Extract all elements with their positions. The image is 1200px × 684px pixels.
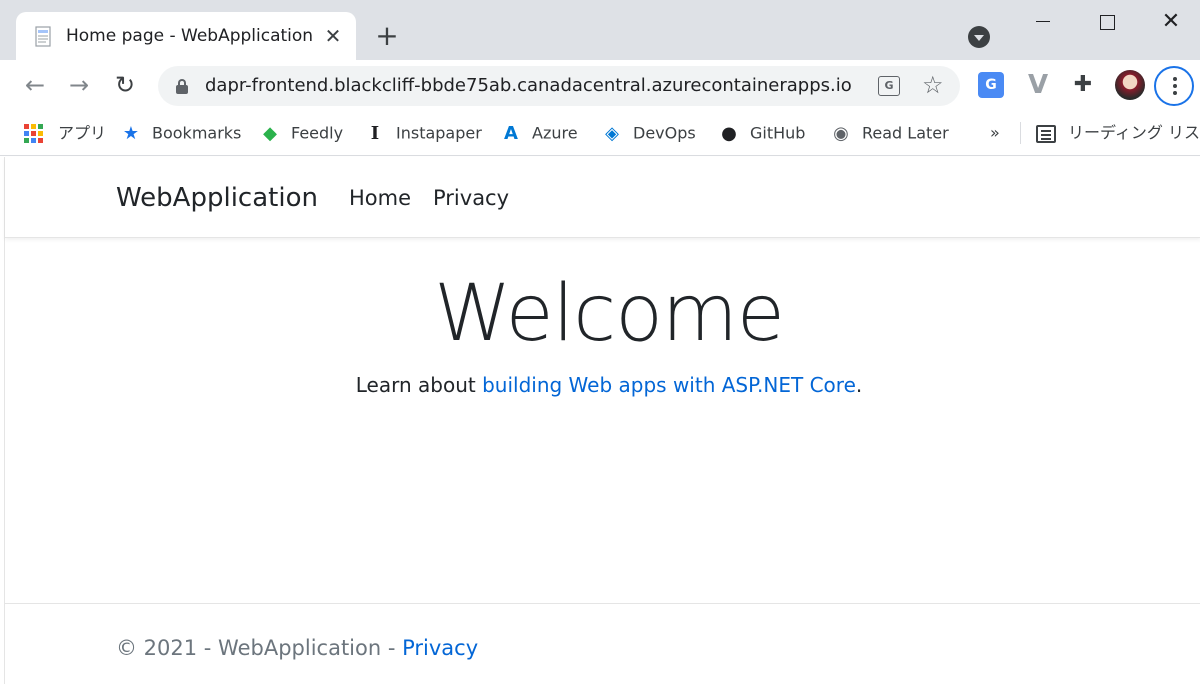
menu-dot (1173, 84, 1177, 88)
bookmark-bookmarks[interactable]: ★ Bookmarks (120, 121, 241, 145)
new-tab-button[interactable]: + (372, 22, 402, 52)
forward-button[interactable]: → (64, 70, 94, 100)
tab-close-icon[interactable]: ✕ (322, 25, 344, 47)
nav-home-link[interactable]: Home (349, 186, 411, 210)
back-button[interactable]: ← (20, 70, 50, 100)
footer-privacy-link[interactable]: Privacy (402, 636, 478, 660)
learn-prefix: Learn about (355, 373, 483, 397)
reading-list-button[interactable]: リーディング リスト (1036, 121, 1200, 145)
bookmark-instapaper[interactable]: I Instapaper (364, 121, 482, 145)
minimize-button[interactable] (1028, 10, 1058, 34)
site-navbar: WebApplication Home Privacy (5, 157, 1200, 238)
bookmark-label: アプリ (58, 123, 107, 143)
more-bookmarks-chevron-icon[interactable]: » (990, 121, 1000, 145)
devops-icon: ◈ (605, 122, 619, 144)
bookmark-label: Feedly (291, 123, 344, 143)
github-icon: ● (721, 122, 737, 144)
copyright-text: © 2021 - WebApplication - (116, 636, 403, 660)
bookmark-apps[interactable]: アプリ (24, 121, 106, 145)
nav-privacy-link[interactable]: Privacy (433, 186, 509, 210)
bookmark-read-later[interactable]: ◉ Read Later (830, 121, 949, 145)
reload-button[interactable]: ↻ (110, 70, 140, 100)
menu-dot (1173, 91, 1177, 95)
translate-icon[interactable]: G (878, 76, 900, 96)
web-page: WebApplication Home Privacy Welcome Lear… (4, 157, 1200, 684)
learn-suffix: . (855, 373, 863, 397)
tab-search-icon[interactable] (968, 26, 990, 48)
vue-devtools-extension-icon[interactable]: V (1025, 72, 1051, 98)
bookmark-azure[interactable]: A Azure (500, 121, 578, 145)
google-translate-extension-icon[interactable]: G (978, 72, 1004, 98)
page-icon (35, 26, 51, 47)
bookmark-label: Instapaper (396, 123, 482, 143)
bookmark-feedly[interactable]: ◆ Feedly (259, 121, 343, 145)
extensions-puzzle-icon[interactable]: ✚ (1070, 72, 1096, 98)
bookmark-label: Read Later (862, 123, 949, 143)
bookmark-star-icon[interactable]: ☆ (922, 71, 944, 99)
bookmarks-bar: アプリ ★ Bookmarks ◆ Feedly I Instapaper A Azur… (0, 110, 1200, 156)
url-text[interactable]: dapr-frontend.blackcliff-bbde75ab.canada… (205, 75, 852, 96)
azure-icon: A (504, 122, 518, 144)
reading-list-label: リーディング リスト (1068, 123, 1200, 142)
close-window-button[interactable]: ✕ (1156, 10, 1186, 34)
menu-dot (1173, 77, 1177, 81)
maximize-button[interactable] (1092, 10, 1122, 34)
tab-title: Home page - WebApplication (66, 26, 314, 46)
reading-list-icon (1036, 124, 1056, 143)
welcome-heading: Welcome (434, 269, 785, 359)
bookmarks-divider (1020, 122, 1021, 144)
footer-text: © 2021 - WebApplication - Privacy (116, 636, 478, 660)
apps-grid-icon (24, 124, 46, 143)
instapaper-icon: I (370, 122, 380, 144)
bookmark-devops[interactable]: ◈ DevOps (601, 121, 696, 145)
browser-tab[interactable]: Home page - WebApplication ✕ (16, 12, 356, 60)
tab-strip: Home page - WebApplication ✕ + ✕ (0, 0, 1200, 60)
address-bar[interactable]: dapr-frontend.blackcliff-bbde75ab.canada… (158, 66, 960, 106)
learn-paragraph: Learn about building Web apps with ASP.N… (5, 373, 1200, 397)
globe-icon: ◉ (833, 122, 849, 144)
site-brand-link[interactable]: WebApplication (116, 183, 318, 213)
browser-toolbar: ← → ↻ dapr-frontend.blackcliff-bbde75ab.… (0, 60, 1200, 110)
feedly-icon: ◆ (263, 122, 277, 144)
star-icon: ★ (122, 122, 140, 144)
browser-menu-button[interactable] (1154, 66, 1194, 106)
bookmark-label: GitHub (750, 123, 806, 143)
site-footer: © 2021 - WebApplication - Privacy (5, 603, 1200, 684)
profile-avatar[interactable] (1115, 70, 1145, 100)
aspnet-docs-link[interactable]: building Web apps with ASP.NET Core (482, 373, 856, 397)
bookmark-label: DevOps (633, 123, 696, 143)
lock-icon[interactable] (176, 79, 188, 94)
bookmark-label: Azure (532, 123, 578, 143)
bookmark-label: Bookmarks (152, 123, 242, 143)
bookmark-github[interactable]: ● GitHub (718, 121, 805, 145)
